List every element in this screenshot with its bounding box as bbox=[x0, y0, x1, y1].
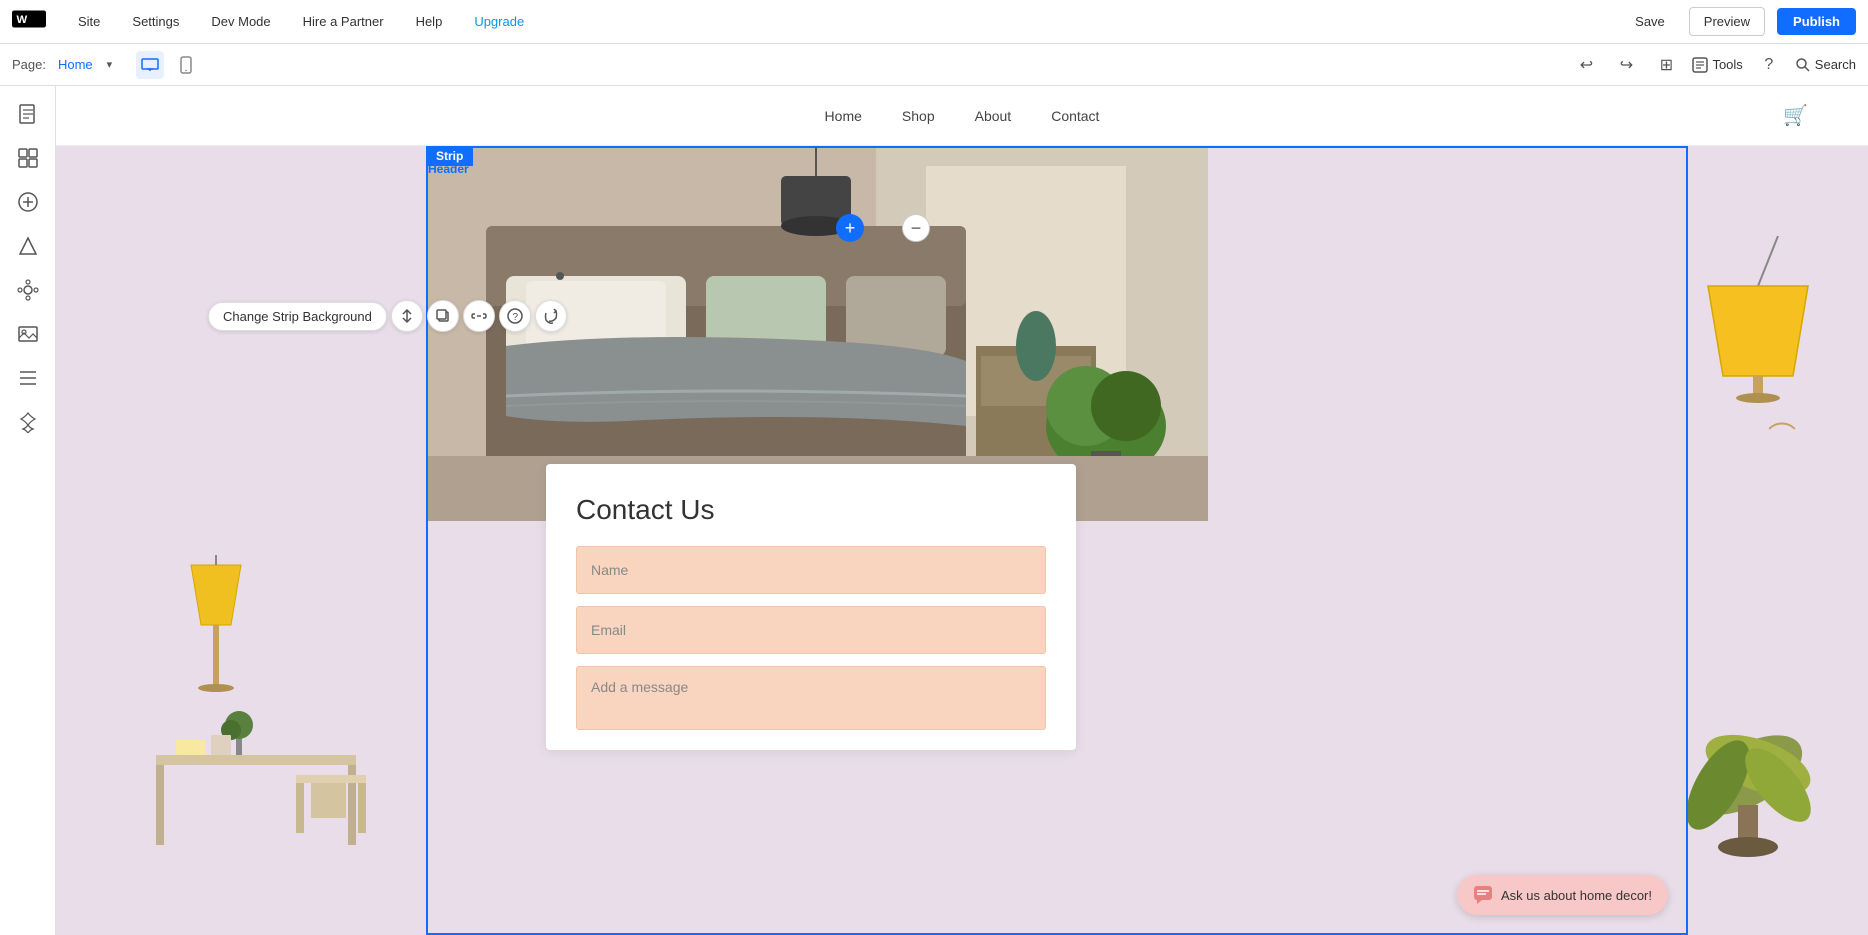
mobile-view-icon[interactable] bbox=[172, 51, 200, 79]
contact-form: Contact Us Name Email Add a message bbox=[546, 464, 1076, 750]
help-icon-btn[interactable]: ? bbox=[1755, 51, 1783, 79]
nav-upgrade[interactable]: Upgrade bbox=[466, 10, 532, 33]
page-name-link[interactable]: Home bbox=[58, 57, 93, 72]
canvas-area: Home Shop About Contact 🛒 Strip Header +… bbox=[56, 86, 1868, 935]
lamp-right-icon: ⌒ bbox=[1678, 236, 1858, 486]
nav-devmode[interactable]: Dev Mode bbox=[203, 10, 278, 33]
view-icons bbox=[136, 51, 200, 79]
second-bar-right: ↩ ↪ ⊞ Tools ? Search bbox=[1572, 51, 1856, 79]
page-dropdown-icon[interactable]: ▾ bbox=[107, 58, 113, 71]
nav-about[interactable]: About bbox=[975, 108, 1012, 124]
top-bar-right: Save Preview Publish bbox=[1623, 7, 1856, 36]
desk-left-icon bbox=[136, 675, 416, 875]
strip-rotate-icon[interactable] bbox=[535, 300, 567, 332]
contact-form-title: Contact Us bbox=[576, 494, 1046, 526]
top-bar: W Site Settings Dev Mode Hire a Partner … bbox=[0, 0, 1868, 44]
strip-toolbar: Change Strip Background ? bbox=[208, 300, 567, 332]
layout-button[interactable]: ⊞ bbox=[1652, 51, 1680, 79]
svg-text:W: W bbox=[17, 13, 28, 25]
site-navigation: Home Shop About Contact 🛒 bbox=[56, 86, 1868, 146]
email-placeholder: Email bbox=[591, 622, 626, 638]
message-field[interactable]: Add a message bbox=[576, 666, 1046, 730]
tools-button[interactable]: Tools bbox=[1692, 57, 1742, 73]
add-element-button[interactable]: + bbox=[836, 214, 864, 242]
cursor bbox=[556, 272, 564, 280]
chat-icon bbox=[1473, 885, 1493, 905]
strip-link-icon[interactable] bbox=[463, 300, 495, 332]
sidebar-apps-icon[interactable] bbox=[8, 270, 48, 310]
preview-button[interactable]: Preview bbox=[1689, 7, 1765, 36]
plant-right-icon bbox=[1638, 675, 1858, 895]
chat-text: Ask us about home decor! bbox=[1501, 888, 1652, 903]
dashed-line-right bbox=[1686, 146, 1688, 935]
dashed-line-left bbox=[426, 146, 428, 935]
strip-help-icon[interactable]: ? bbox=[499, 300, 531, 332]
sidebar-pages-icon[interactable] bbox=[8, 94, 48, 134]
svg-text:⌒: ⌒ bbox=[1768, 421, 1796, 452]
nav-help[interactable]: Help bbox=[408, 10, 451, 33]
svg-text:?: ? bbox=[512, 312, 518, 323]
sidebar-media-icon[interactable] bbox=[8, 314, 48, 354]
remove-element-button[interactable]: − bbox=[902, 214, 930, 242]
nav-settings[interactable]: Settings bbox=[124, 10, 187, 33]
nav-shop[interactable]: Shop bbox=[902, 108, 935, 124]
wix-logo: W bbox=[12, 8, 46, 36]
nav-partner[interactable]: Hire a Partner bbox=[295, 10, 392, 33]
search-button[interactable]: Search bbox=[1795, 57, 1856, 73]
desktop-view-icon[interactable] bbox=[136, 51, 164, 79]
undo-button[interactable]: ↩ bbox=[1572, 51, 1600, 79]
sidebar-add-icon[interactable] bbox=[8, 182, 48, 222]
strip-arrange-icon[interactable] bbox=[391, 300, 423, 332]
header-label: Header bbox=[428, 162, 469, 176]
search-label: Search bbox=[1815, 57, 1856, 72]
email-field[interactable]: Email bbox=[576, 606, 1046, 654]
nav-site[interactable]: Site bbox=[70, 10, 108, 33]
sidebar-menus-icon[interactable] bbox=[8, 358, 48, 398]
message-placeholder: Add a message bbox=[591, 679, 688, 695]
sidebar-design-icon[interactable] bbox=[8, 226, 48, 266]
change-strip-background-button[interactable]: Change Strip Background bbox=[208, 302, 387, 331]
publish-button[interactable]: Publish bbox=[1777, 8, 1856, 35]
redo-button[interactable]: ↪ bbox=[1612, 51, 1640, 79]
cart-icon[interactable]: 🛒 bbox=[1783, 103, 1808, 128]
name-field[interactable]: Name bbox=[576, 546, 1046, 594]
main-area: Home Shop About Contact 🛒 Strip Header +… bbox=[0, 86, 1868, 935]
left-sidebar bbox=[0, 86, 56, 935]
nav-contact[interactable]: Contact bbox=[1051, 108, 1099, 124]
nav-home[interactable]: Home bbox=[825, 108, 862, 124]
right-decorations: ⌒ bbox=[1578, 206, 1858, 935]
save-button[interactable]: Save bbox=[1623, 8, 1677, 35]
sidebar-elements-icon[interactable] bbox=[8, 138, 48, 178]
name-placeholder: Name bbox=[591, 562, 628, 578]
tools-label: Tools bbox=[1712, 57, 1742, 72]
sidebar-ai-icon[interactable] bbox=[8, 402, 48, 442]
strip-copy-icon[interactable] bbox=[427, 300, 459, 332]
second-bar: Page: Home ▾ ↩ ↪ ⊞ Tools ? Search bbox=[0, 44, 1868, 86]
page-label: Page: bbox=[12, 57, 46, 72]
chat-widget[interactable]: Ask us about home decor! bbox=[1457, 875, 1668, 915]
